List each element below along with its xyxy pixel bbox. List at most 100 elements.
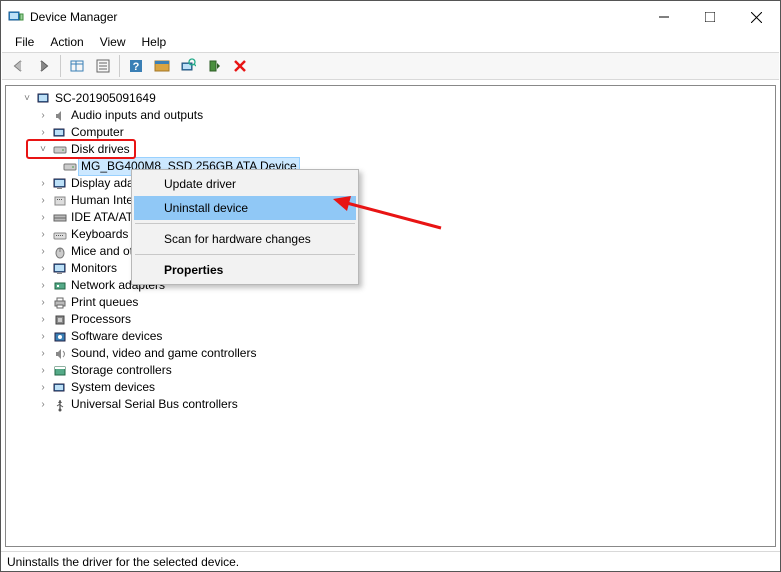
tree-node-hid[interactable]: › Human Inte xyxy=(10,192,775,209)
tree-node-storage[interactable]: › Storage controllers xyxy=(10,362,775,379)
usb-icon xyxy=(52,397,68,413)
network-icon xyxy=(52,278,68,294)
tree-label: Processors xyxy=(71,311,131,328)
mouse-icon xyxy=(52,244,68,260)
context-uninstall-device[interactable]: Uninstall device xyxy=(134,196,356,220)
statusbar: Uninstalls the driver for the selected d… xyxy=(1,551,780,571)
tree-node-sound[interactable]: › Sound, video and game controllers xyxy=(10,345,775,362)
separator xyxy=(60,55,61,77)
expand-icon[interactable]: › xyxy=(36,226,50,243)
expand-icon[interactable]: › xyxy=(36,277,50,294)
ide-icon xyxy=(52,210,68,226)
tree-node-audio[interactable]: › Audio inputs and outputs xyxy=(10,107,775,124)
tree-node-processors[interactable]: › Processors xyxy=(10,311,775,328)
tree-root[interactable]: ˅ SC-201905091649 xyxy=(10,90,775,107)
tree-node-disk-drives[interactable]: ˅ Disk drives xyxy=(10,141,775,158)
tree-label: Universal Serial Bus controllers xyxy=(71,396,238,413)
tree-node-computer[interactable]: › Computer xyxy=(10,124,775,141)
expand-icon[interactable]: › xyxy=(36,379,50,396)
collapse-icon[interactable]: ˅ xyxy=(20,90,34,107)
computer-icon xyxy=(52,125,68,141)
expand-icon[interactable]: › xyxy=(36,175,50,192)
expand-icon[interactable]: › xyxy=(36,294,50,311)
tree-label: Sound, video and game controllers xyxy=(71,345,256,362)
expand-icon[interactable]: › xyxy=(36,243,50,260)
menu-file[interactable]: File xyxy=(7,33,42,51)
back-button[interactable] xyxy=(6,54,30,78)
separator xyxy=(135,223,355,224)
software-icon xyxy=(52,329,68,345)
help-button[interactable]: ? xyxy=(124,54,148,78)
expand-icon[interactable]: › xyxy=(36,124,50,141)
separator xyxy=(135,254,355,255)
tree-label: Storage controllers xyxy=(71,362,172,379)
tree-node-system[interactable]: › System devices xyxy=(10,379,775,396)
tree-node-mice[interactable]: › Mice and ot xyxy=(10,243,775,260)
cpu-icon xyxy=(52,312,68,328)
show-hide-console-tree-button[interactable] xyxy=(65,54,89,78)
tree-node-ide[interactable]: › IDE ATA/ATA xyxy=(10,209,775,226)
tree-node-display[interactable]: › Display adap xyxy=(10,175,775,192)
expand-icon[interactable]: › xyxy=(36,209,50,226)
tree-label: Mice and ot xyxy=(71,243,133,260)
action-button[interactable] xyxy=(150,54,174,78)
expand-icon[interactable]: › xyxy=(36,192,50,209)
tree-node-print-queues[interactable]: › Print queues xyxy=(10,294,775,311)
app-icon xyxy=(8,9,24,25)
tree-node-usb[interactable]: › Universal Serial Bus controllers xyxy=(10,396,775,413)
tree-label: Monitors xyxy=(71,260,117,277)
tree-root-label: SC-201905091649 xyxy=(55,90,156,107)
audio-icon xyxy=(52,108,68,124)
titlebar: Device Manager xyxy=(2,2,779,32)
computer-icon xyxy=(36,91,52,107)
monitor-icon xyxy=(52,261,68,277)
tree-node-disk-child[interactable]: MG_BG400M8_SSD 256GB ATA Device xyxy=(10,158,775,175)
menubar: File Action View Help xyxy=(2,32,779,52)
keyboard-icon xyxy=(52,227,68,243)
sound-icon xyxy=(52,346,68,362)
expand-icon[interactable]: › xyxy=(36,260,50,277)
context-menu: Update driver Uninstall device Scan for … xyxy=(131,169,359,285)
close-button[interactable] xyxy=(733,2,779,32)
tree-label: System devices xyxy=(71,379,155,396)
scan-hardware-button[interactable] xyxy=(176,54,200,78)
tree-node-keyboards[interactable]: › Keyboards xyxy=(10,226,775,243)
printer-icon xyxy=(52,295,68,311)
forward-button[interactable] xyxy=(32,54,56,78)
menu-action[interactable]: Action xyxy=(42,33,91,51)
expand-icon[interactable]: › xyxy=(36,107,50,124)
context-scan-hardware[interactable]: Scan for hardware changes xyxy=(134,227,356,251)
expand-icon[interactable]: › xyxy=(36,345,50,362)
minimize-button[interactable] xyxy=(641,2,687,32)
tree-node-monitors[interactable]: › Monitors xyxy=(10,260,775,277)
expand-icon[interactable]: › xyxy=(36,328,50,345)
svg-text:?: ? xyxy=(133,61,140,73)
tree-node-network[interactable]: › Network adapters xyxy=(10,277,775,294)
window-title: Device Manager xyxy=(30,10,641,24)
tree-label: Keyboards xyxy=(71,226,128,243)
toolbar: ? xyxy=(2,52,779,80)
tree-label: Computer xyxy=(71,124,124,141)
expand-icon[interactable]: › xyxy=(36,311,50,328)
system-icon xyxy=(52,380,68,396)
menu-help[interactable]: Help xyxy=(134,33,175,51)
storage-icon xyxy=(52,363,68,379)
uninstall-device-button[interactable] xyxy=(228,54,252,78)
tree-label: IDE ATA/ATA xyxy=(71,209,140,226)
display-icon xyxy=(52,176,68,192)
menu-view[interactable]: View xyxy=(92,33,134,51)
context-properties[interactable]: Properties xyxy=(134,258,356,282)
tree-label: Software devices xyxy=(71,328,162,345)
add-legacy-hardware-button[interactable] xyxy=(202,54,226,78)
maximize-button[interactable] xyxy=(687,2,733,32)
collapse-icon[interactable]: ˅ xyxy=(36,141,50,158)
status-text: Uninstalls the driver for the selected d… xyxy=(7,555,239,569)
properties-button[interactable] xyxy=(91,54,115,78)
expand-icon[interactable]: › xyxy=(36,362,50,379)
disk-icon xyxy=(52,142,68,158)
context-update-driver[interactable]: Update driver xyxy=(134,172,356,196)
tree-node-software[interactable]: › Software devices xyxy=(10,328,775,345)
separator xyxy=(119,55,120,77)
tree-label: Print queues xyxy=(71,294,138,311)
expand-icon[interactable]: › xyxy=(36,396,50,413)
